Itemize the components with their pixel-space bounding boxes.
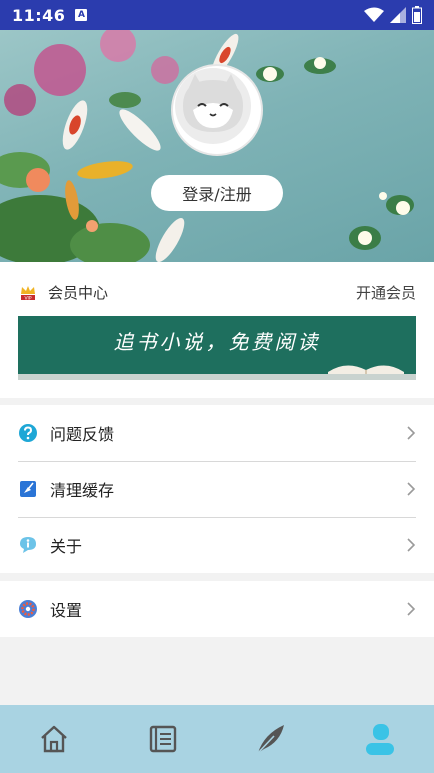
svg-text:VIP: VIP [24,295,31,301]
signal-icon [390,7,406,23]
member-center-card: VIP 会员中心 开通会员 追书小说，免费阅读 [0,262,434,398]
open-book-icon [328,365,404,376]
home-icon [41,725,68,753]
status-time: 11:46 [12,5,66,25]
member-center-label: 会员中心 [48,283,109,302]
menu-item-feedback[interactable]: 问题反馈 [0,405,434,461]
bottom-tab-bar [0,705,434,773]
open-membership-link[interactable]: 开通会员 [356,282,416,303]
status-bar: 11:46 A [0,0,434,30]
promo-banner[interactable]: 追书小说，免费阅读 [18,316,416,380]
chevron-right-icon [407,426,416,440]
tab-bookshelf[interactable] [109,705,218,773]
bookshelf-icon [149,725,176,753]
notification-icon: A [75,9,88,21]
tab-write[interactable] [217,705,326,773]
chevron-right-icon [407,482,416,496]
banner-strip [18,374,416,380]
profile-icon [365,724,394,755]
clean-icon [18,479,38,499]
menu-item-settings[interactable]: 设置 [0,581,434,637]
question-icon [18,423,38,443]
menu-item-label: 设置 [50,601,83,620]
settings-icon [18,599,38,619]
chevron-right-icon [407,538,416,552]
avatar[interactable] [171,64,263,156]
battery-icon [412,6,422,24]
profile-header: 登录/注册 [0,30,434,262]
menu-item-label: 关于 [50,537,83,556]
wifi-icon [364,7,384,22]
menu-item-label: 清理缓存 [50,481,115,500]
menu-item-about[interactable]: 关于 [0,517,434,573]
feather-icon [257,725,285,754]
menu-group-main: 问题反馈 清理缓存 关于 [0,405,434,573]
cat-avatar-icon [175,68,251,144]
member-center-row[interactable]: VIP 会员中心 开通会员 [18,280,416,304]
vip-crown-icon: VIP [21,286,35,301]
login-register-button[interactable]: 登录/注册 [151,175,283,211]
info-icon [18,535,38,555]
menu-item-label: 问题反馈 [50,425,115,444]
menu-group-settings: 设置 [0,581,434,637]
chevron-right-icon [407,602,416,616]
tab-profile[interactable] [326,705,434,773]
menu-item-clear-cache[interactable]: 清理缓存 [0,461,434,517]
tab-home[interactable] [0,705,109,773]
